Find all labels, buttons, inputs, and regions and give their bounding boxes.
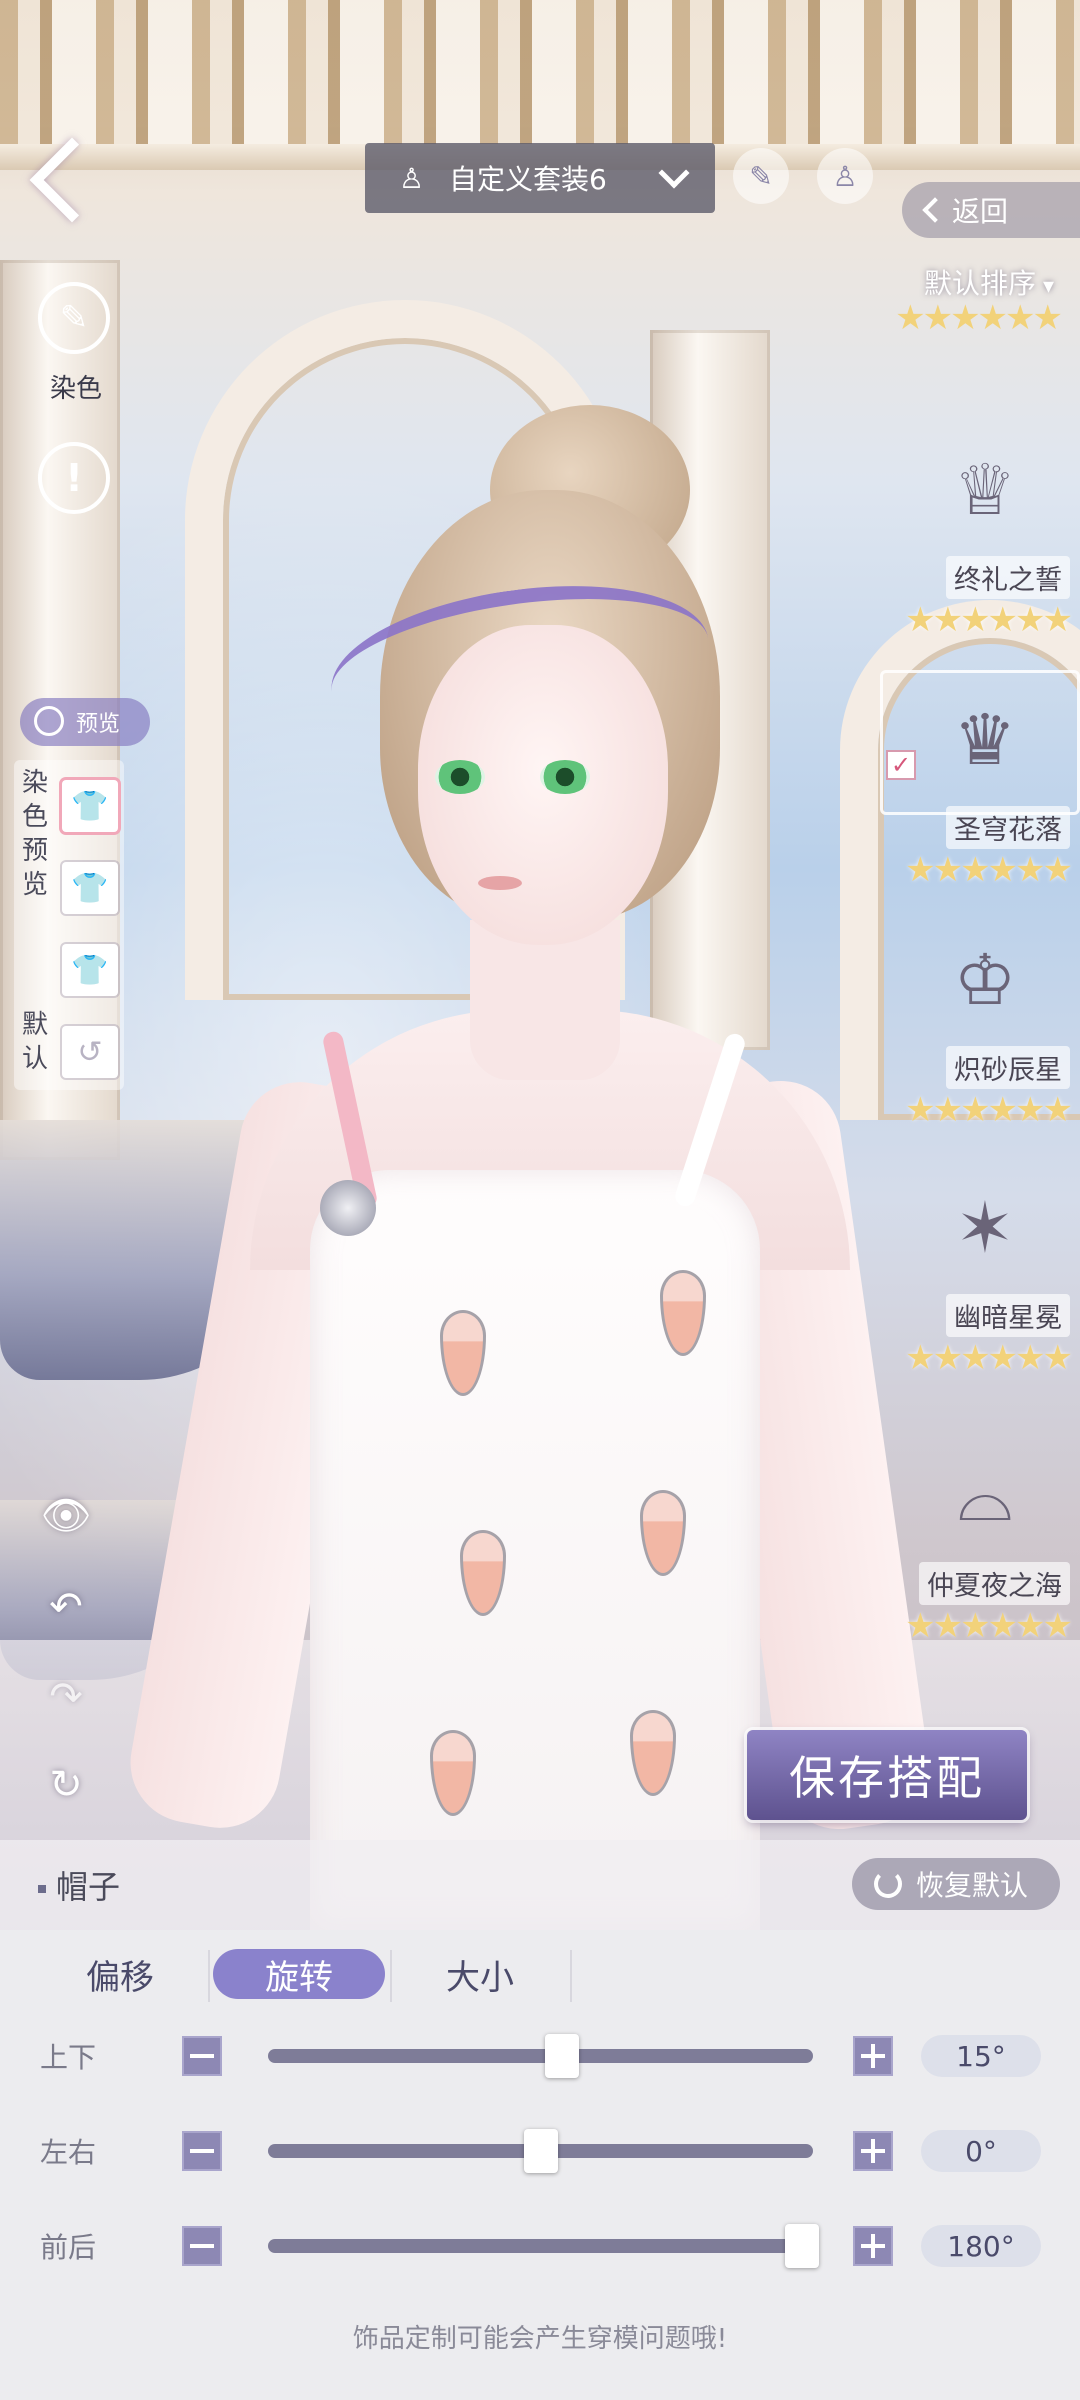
accessory-item[interactable]: ♕ 终礼之誓 ★★★★★★: [880, 430, 1080, 680]
star-crown-icon: ✶: [955, 1187, 1015, 1269]
tab-rotate[interactable]: 旋转: [213, 1949, 385, 1999]
dye-preview-label: 染色预览: [22, 768, 49, 900]
increase-leftright-button[interactable]: [853, 2131, 893, 2171]
character-lips: [478, 876, 522, 890]
eye-icon[interactable]: 👁: [36, 1490, 96, 1540]
outfit-name: 自定义套装6: [449, 163, 607, 196]
slider-knob-leftright[interactable]: [523, 2129, 558, 2173]
dye-swatch-white[interactable]: 👕: [62, 944, 118, 996]
character-eye: [435, 760, 485, 794]
magnifier-icon: [34, 706, 64, 736]
rating-stars: ★★★★★★: [905, 600, 1073, 640]
restore-default-button[interactable]: 恢复默认: [852, 1858, 1060, 1910]
rating-stars: ★★★★★★: [905, 1090, 1073, 1130]
reset-dye-icon[interactable]: ↺: [62, 1026, 118, 1078]
slider-knob-updown[interactable]: [545, 2034, 580, 2078]
chevron-down-icon: [658, 157, 690, 189]
restore-icon: [874, 1870, 902, 1898]
dye-label: 染色: [50, 374, 103, 404]
preview-label: 预览: [76, 712, 121, 737]
rotate-reset-icon[interactable]: ↻: [36, 1760, 96, 1810]
category-label: 帽子: [38, 1862, 120, 1908]
rating-stars: ★★★★★★: [905, 850, 1073, 890]
slider-knob-frontback[interactable]: [785, 2224, 820, 2268]
slider-track-leftright[interactable]: [268, 2129, 813, 2173]
decrease-updown-button[interactable]: [182, 2036, 222, 2076]
accessory-name: 圣穹花落: [946, 806, 1070, 849]
info-icon[interactable]: !: [38, 442, 110, 514]
accessory-item[interactable]: ♔ 炽砂辰星 ★★★★★★: [880, 920, 1080, 1170]
tab-offset[interactable]: 偏移: [60, 1949, 180, 1999]
accessory-name: 幽暗星冕: [946, 1294, 1070, 1337]
undo-icon[interactable]: ↶: [36, 1582, 96, 1632]
clipping-warning-text: 饰品定制可能会产生穿模问题哦!: [352, 2324, 728, 2354]
rating-stars: ★★★★★★: [905, 1338, 1073, 1378]
redo-icon[interactable]: ↷: [36, 1672, 96, 1722]
slider-label-frontback: 前后: [40, 2231, 97, 2264]
tab-divider: [570, 1950, 572, 2002]
brooch-accessory: [320, 1180, 376, 1236]
dye-swatch-white[interactable]: 👕: [62, 862, 118, 914]
accessory-item[interactable]: ✶ 幽暗星冕 ★★★★★★: [880, 1168, 1080, 1418]
default-label: 默认: [22, 1010, 49, 1074]
return-button[interactable]: 返回: [902, 182, 1080, 238]
dress-icon: ♙: [399, 161, 425, 195]
dress-icon[interactable]: ♙: [817, 148, 873, 204]
increase-updown-button[interactable]: [853, 2036, 893, 2076]
increase-frontback-button[interactable]: [853, 2226, 893, 2266]
restore-default-label: 恢复默认: [916, 1869, 1029, 1902]
save-outfit-button[interactable]: 保存搭配: [747, 1730, 1027, 1820]
rating-stars: ★★★★★★: [905, 1606, 1073, 1646]
tab-divider: [208, 1950, 210, 2002]
accessory-item[interactable]: ✓ ♛ 圣穹花落 ★★★★★★: [880, 670, 1080, 930]
check-icon: ✓: [886, 750, 916, 780]
slider-label-leftright: 左右: [40, 2136, 97, 2169]
tab-divider: [390, 1950, 392, 2002]
brush-icon[interactable]: ✎: [733, 148, 789, 204]
accessory-name: 仲夏夜之海: [919, 1562, 1070, 1605]
tab-size[interactable]: 大小: [420, 1949, 540, 1999]
accessory-item[interactable]: ⌓ 仲夏夜之海 ★★★★★★: [880, 1436, 1080, 1686]
accessory-name: 炽砂辰星: [946, 1046, 1070, 1089]
value-leftright: 0°: [921, 2130, 1041, 2172]
value-updown: 15°: [921, 2035, 1041, 2077]
slider-label-updown: 上下: [40, 2041, 97, 2074]
preview-button[interactable]: 预览: [20, 698, 150, 746]
floral-tiara-icon: ♛: [953, 699, 1017, 781]
decrease-frontback-button[interactable]: [182, 2226, 222, 2266]
outfit-selector[interactable]: ♙ 自定义套装6: [365, 143, 715, 213]
dye-brush-icon[interactable]: ✎: [38, 282, 110, 354]
chandelier-headpiece-icon: ♕: [953, 449, 1017, 531]
accessory-name: 终礼之誓: [946, 556, 1070, 599]
jeweled-cap-icon: ♔: [953, 939, 1017, 1021]
rating-stars: ★★★★★★: [895, 298, 1063, 338]
dye-swatch-pink[interactable]: 👕: [62, 780, 118, 832]
sort-dropdown[interactable]: 默认排序: [924, 262, 1054, 302]
decrease-leftright-button[interactable]: [182, 2131, 222, 2171]
value-frontback: 180°: [921, 2225, 1041, 2267]
slider-track-updown[interactable]: [268, 2034, 813, 2078]
character-eye: [540, 760, 590, 794]
slider-track-frontback[interactable]: [268, 2224, 820, 2268]
sunglasses-chain-icon: ⌓: [957, 1454, 1013, 1537]
